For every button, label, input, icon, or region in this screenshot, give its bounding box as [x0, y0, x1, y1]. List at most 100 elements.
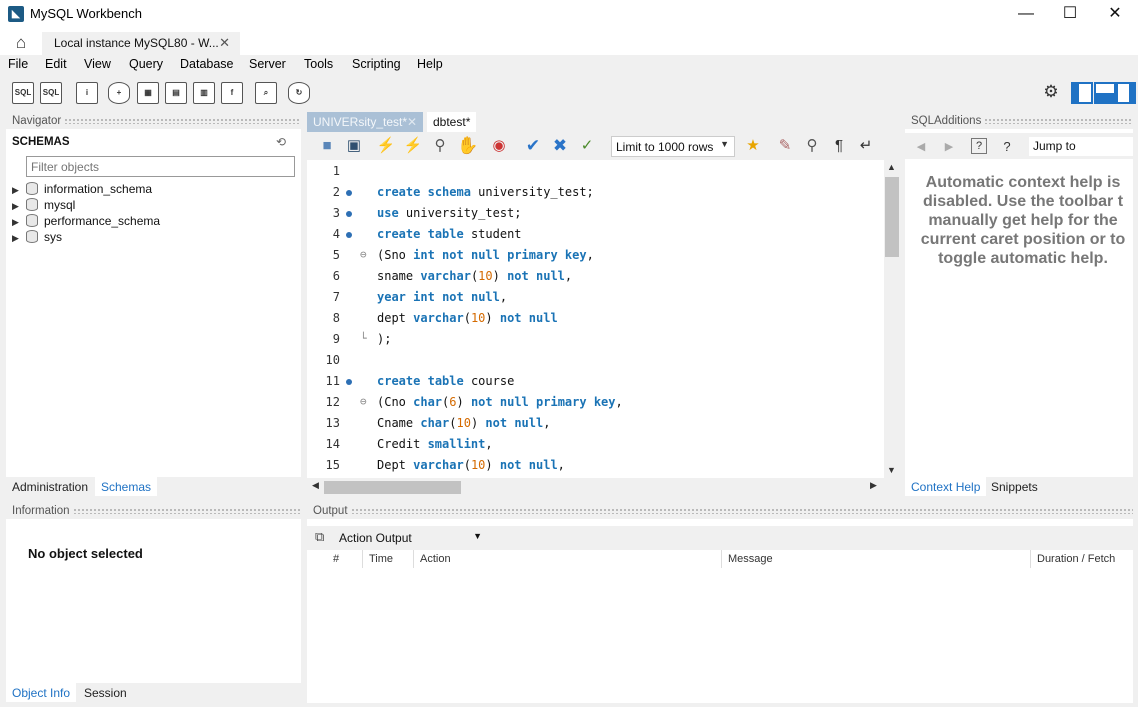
- limit-rows-select[interactable]: Limit to 1000 rows ▼: [611, 136, 735, 157]
- find-icon[interactable]: ⚲: [802, 136, 822, 156]
- expand-arrow-icon[interactable]: ▶: [12, 201, 26, 212]
- new-sql-tab-icon[interactable]: SQL: [12, 82, 34, 104]
- code-line[interactable]: create table student: [377, 227, 522, 241]
- sql-editor[interactable]: 1 2 create schema university_test; 3 use uni…: [307, 160, 884, 478]
- execute-icon[interactable]: ⚡: [376, 136, 396, 156]
- code-line[interactable]: );: [377, 332, 391, 346]
- explain-icon[interactable]: ⚲: [430, 136, 450, 156]
- stop-icon[interactable]: ✋: [457, 136, 478, 156]
- menu-scripting[interactable]: Scripting: [352, 57, 401, 71]
- create-function-icon[interactable]: f: [221, 82, 243, 104]
- toggle-output-icon[interactable]: [1094, 82, 1116, 104]
- scroll-left-icon[interactable]: ◀: [312, 480, 319, 491]
- create-procedure-icon[interactable]: ▥: [193, 82, 215, 104]
- column-header-number[interactable]: #: [333, 553, 339, 565]
- maximize-button[interactable]: ☐: [1047, 0, 1093, 28]
- close-button[interactable]: ✕: [1092, 0, 1138, 28]
- expand-arrow-icon[interactable]: ▶: [12, 185, 26, 196]
- scroll-right-icon[interactable]: ▶: [870, 480, 877, 491]
- close-icon[interactable]: ✕: [219, 35, 230, 51]
- invisible-chars-icon[interactable]: ¶: [829, 136, 849, 156]
- tab-administration[interactable]: Administration: [6, 477, 94, 496]
- open-sql-script-icon[interactable]: SQL: [40, 82, 62, 104]
- commit-icon[interactable]: ✔: [523, 136, 543, 156]
- tab-schemas[interactable]: Schemas: [95, 477, 158, 496]
- column-header-message[interactable]: Message: [728, 553, 773, 565]
- tab-session[interactable]: Session: [78, 683, 133, 702]
- fold-marker-icon[interactable]: ⊖: [360, 395, 367, 408]
- column-header-duration[interactable]: Duration / Fetch: [1037, 553, 1115, 565]
- refresh-icon[interactable]: ⟲: [276, 135, 286, 149]
- filter-objects-input[interactable]: [26, 156, 295, 177]
- toggle-sidebar-icon[interactable]: [1071, 82, 1093, 104]
- column-header-action[interactable]: Action: [420, 553, 451, 565]
- expand-arrow-icon[interactable]: ▶: [12, 233, 26, 244]
- close-icon[interactable]: ✕: [407, 115, 417, 129]
- execute-current-icon[interactable]: ⚡: [403, 136, 423, 156]
- menu-view[interactable]: View: [84, 57, 111, 71]
- create-table-icon[interactable]: ▦: [137, 82, 159, 104]
- code-line[interactable]: use university_test;: [377, 206, 522, 220]
- schema-item-information-schema[interactable]: ▶ information_schema: [12, 182, 152, 198]
- statement-marker-icon[interactable]: [346, 232, 352, 238]
- scroll-down-icon[interactable]: ▼: [887, 465, 896, 475]
- jump-to-select[interactable]: Jump to: [1029, 137, 1133, 156]
- open-folder-icon[interactable]: ■: [317, 136, 337, 156]
- fold-marker-icon[interactable]: └: [360, 332, 367, 345]
- code-line[interactable]: Dept varchar(10) not null,: [377, 458, 565, 472]
- reconnect-icon[interactable]: ↻: [288, 82, 310, 104]
- code-line[interactable]: dept varchar(10) not null: [377, 311, 558, 325]
- menu-file[interactable]: File: [8, 57, 28, 71]
- editor-tab-university-test[interactable]: UNIVERsity_test* ✕: [307, 112, 423, 132]
- menu-tools[interactable]: Tools: [304, 57, 333, 71]
- menu-edit[interactable]: Edit: [45, 57, 67, 71]
- manual-help-icon[interactable]: ?: [971, 138, 987, 154]
- code-line[interactable]: Cname char(10) not null,: [377, 416, 550, 430]
- code-line[interactable]: create table course: [377, 374, 514, 388]
- schema-item-mysql[interactable]: ▶ mysql: [12, 198, 75, 214]
- code-line[interactable]: year int not null,: [377, 290, 507, 304]
- schema-item-performance-schema[interactable]: ▶ performance_schema: [12, 214, 160, 230]
- menu-help[interactable]: Help: [417, 57, 443, 71]
- menu-server[interactable]: Server: [249, 57, 286, 71]
- beautify-icon[interactable]: ✎: [775, 136, 795, 156]
- menu-query[interactable]: Query: [129, 57, 163, 71]
- save-icon[interactable]: ▣: [344, 136, 364, 156]
- autocommit-icon[interactable]: ✓: [577, 136, 597, 156]
- back-arrow-icon[interactable]: ◀: [911, 137, 931, 157]
- tab-context-help[interactable]: Context Help: [905, 477, 987, 496]
- horizontal-scroll-thumb[interactable]: [324, 481, 461, 494]
- output-type-select[interactable]: Action Output ▼: [333, 528, 485, 548]
- column-header-time[interactable]: Time: [369, 553, 393, 565]
- toggle-continue-on-error-icon[interactable]: ◉: [489, 136, 509, 156]
- search-table-data-icon[interactable]: ⌕: [255, 82, 277, 104]
- home-icon[interactable]: ⌂: [8, 32, 34, 54]
- statement-marker-icon[interactable]: [346, 379, 352, 385]
- forward-arrow-icon[interactable]: ▶: [939, 137, 959, 157]
- auto-help-icon[interactable]: ?: [997, 137, 1017, 157]
- expand-arrow-icon[interactable]: ▶: [12, 217, 26, 228]
- statement-marker-icon[interactable]: [346, 211, 352, 217]
- toggle-sql-additions-icon[interactable]: [1116, 82, 1136, 104]
- schema-item-sys[interactable]: ▶ sys: [12, 230, 62, 246]
- tab-object-info[interactable]: Object Info: [6, 683, 77, 702]
- code-line[interactable]: Credit smallint,: [377, 437, 493, 451]
- minimize-button[interactable]: —: [1003, 0, 1049, 28]
- editor-tab-dbtest[interactable]: dbtest*: [427, 112, 477, 132]
- connection-tab[interactable]: Local instance MySQL80 - W... ✕: [42, 32, 240, 55]
- code-line[interactable]: (Cno char(6) not null primary key,: [377, 395, 623, 409]
- code-line[interactable]: (Sno int not null primary key,: [377, 248, 594, 262]
- menu-database[interactable]: Database: [180, 57, 234, 71]
- copy-icon[interactable]: ⧉: [315, 529, 324, 545]
- inspector-icon[interactable]: i: [76, 82, 98, 104]
- statement-marker-icon[interactable]: [346, 190, 352, 196]
- word-wrap-icon[interactable]: ↵: [856, 136, 876, 156]
- vertical-scroll-thumb[interactable]: [885, 177, 899, 257]
- scroll-up-icon[interactable]: ▲: [887, 162, 896, 172]
- tab-snippets[interactable]: Snippets: [985, 477, 1044, 496]
- fold-marker-icon[interactable]: ⊖: [360, 248, 367, 261]
- rollback-icon[interactable]: ✖: [550, 136, 570, 156]
- code-line[interactable]: create schema university_test;: [377, 185, 594, 199]
- create-view-icon[interactable]: ▤: [165, 82, 187, 104]
- add-snippet-icon[interactable]: ★: [743, 136, 763, 156]
